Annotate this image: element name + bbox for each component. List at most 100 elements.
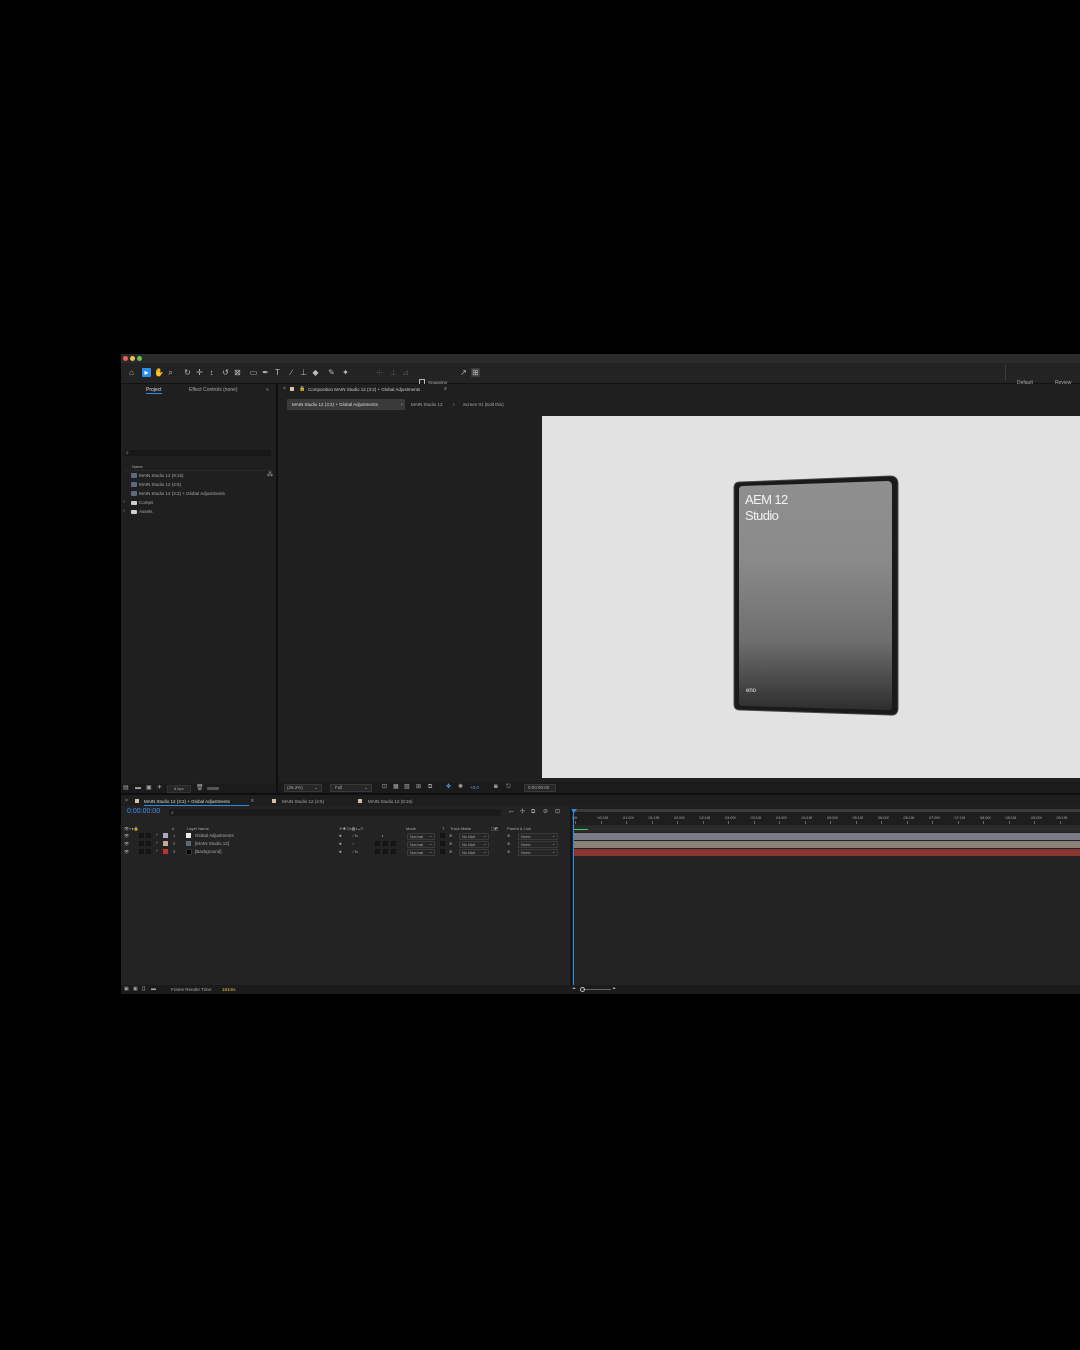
region-of-interest-icon[interactable]: ⊡ — [382, 784, 387, 790]
toggle-in-out-icon[interactable]: {} — [142, 986, 145, 992]
snapshot-icon[interactable]: ◙ — [494, 784, 498, 790]
visibility-icon[interactable]: 👁 — [124, 833, 129, 839]
track-matte-dropdown[interactable]: No Mat ⌄ — [459, 833, 489, 840]
frame-blending-icon[interactable]: ⊘ — [543, 809, 548, 815]
track-matte-dropdown[interactable]: No Mat ⌄ — [459, 849, 489, 856]
transparency-grid-icon[interactable]: ▦ — [393, 784, 399, 790]
shy-switch[interactable]: ♣ — [339, 841, 342, 847]
visibility-icon[interactable]: 👁 — [124, 849, 129, 855]
list-item[interactable]: MAIN Studio 12 (4:5) — [121, 481, 271, 489]
label-color[interactable] — [163, 849, 168, 854]
close-window-button[interactable] — [123, 356, 128, 361]
pan-behind-tool-icon[interactable]: ⊠ — [233, 368, 242, 377]
view-options-icon[interactable]: ⧉ — [428, 784, 432, 790]
lock-icon[interactable]: 🔒 — [299, 386, 305, 392]
pan-camera-icon[interactable]: ✛ — [195, 368, 204, 377]
close-tab-icon[interactable]: × — [125, 798, 128, 804]
quality-switch[interactable]: ∕ fx — [353, 833, 358, 839]
adjust-icon[interactable]: ✈ — [157, 785, 162, 791]
track-matte-dropdown[interactable]: No Mat ⌄ — [459, 841, 489, 848]
list-item[interactable]: MAIN Studio 12 (9:16) — [121, 472, 271, 480]
label-color[interactable] — [163, 841, 168, 846]
timeline-tab[interactable]: MAIN Studio 12 (4:5) — [282, 799, 324, 805]
link-icon[interactable]: ⊚ — [449, 849, 452, 855]
close-tab-icon[interactable]: × — [283, 386, 286, 392]
mask-visibility-icon[interactable]: ▧ — [404, 784, 410, 790]
thumbnail-slider[interactable] — [207, 787, 219, 790]
view-axis-icon[interactable]: ⊿ — [401, 368, 410, 377]
home-icon[interactable]: ⌂ — [127, 368, 136, 377]
rotate-tool-icon[interactable]: ↺ — [221, 368, 230, 377]
quality-switch[interactable]: ∕ fx — [353, 849, 358, 855]
zoom-slider-knob[interactable] — [580, 987, 585, 992]
selection-tool-icon[interactable]: ▸ — [142, 368, 151, 377]
resolution-dropdown[interactable]: Full ⌄ — [330, 784, 372, 792]
bpc-button[interactable]: 8 bpc — [167, 785, 191, 793]
zoom-in-icon[interactable]: ⏶ — [612, 986, 616, 992]
list-item[interactable]: › Comps — [121, 499, 271, 507]
expand-arrow-icon[interactable]: › — [123, 508, 125, 514]
show-channel-icon[interactable]: ⎋ — [506, 784, 511, 790]
snap-grid-icon[interactable]: ⊞ — [471, 368, 480, 377]
composition-header[interactable]: Composition MAIN Studio 12 (3:2) + Globa… — [308, 387, 420, 393]
type-tool-icon[interactable]: T — [273, 368, 282, 377]
project-search-input[interactable]: ⌕ — [124, 450, 271, 456]
minimize-window-button[interactable] — [130, 356, 135, 361]
trash-icon[interactable]: 🗑 — [196, 785, 204, 791]
parent-dropdown[interactable]: None ⌄ — [518, 833, 558, 840]
panel-menu-icon[interactable]: » — [266, 387, 269, 393]
expand-arrow-icon[interactable]: › — [123, 499, 125, 505]
adjustment-switch[interactable]: ◑ — [381, 833, 383, 839]
local-axis-icon[interactable]: ⊹ — [375, 368, 384, 377]
color-management-icon[interactable]: ✤ — [446, 784, 451, 790]
brush-tool-icon[interactable]: ∕ — [287, 368, 296, 377]
toggle-switches-icon[interactable]: ▣ — [124, 986, 129, 992]
draft-3d-icon[interactable]: ✢ — [520, 809, 525, 815]
parent-dropdown[interactable]: None ⌄ — [518, 849, 558, 856]
layer-search-input[interactable]: ⌕ — [169, 809, 501, 816]
pick-whip-icon[interactable]: ⊚ — [507, 841, 510, 847]
new-composition-icon[interactable]: ▣ — [146, 785, 152, 791]
expand-arrow-icon[interactable]: › — [156, 848, 158, 854]
pick-whip-icon[interactable]: ⊚ — [507, 849, 510, 855]
quality-switch[interactable]: ∕ — [353, 841, 354, 847]
panel-menu-icon[interactable]: ≡ — [444, 386, 447, 392]
mode-dropdown[interactable]: Normal ⌄ — [407, 833, 435, 840]
current-time-display[interactable]: 0:00:00:00 — [127, 808, 160, 816]
layer-duration-bar[interactable] — [574, 849, 1080, 856]
guides-icon[interactable]: ⊞ — [416, 784, 421, 790]
breadcrumb-item[interactable]: MAIN Studio 12 — [411, 402, 443, 408]
toggle-modes-icon[interactable]: ▣ — [133, 986, 138, 992]
table-row[interactable]: 👁 › 1 Global Adjustments ♣ ∕ fx ◑ Normal… — [121, 832, 569, 840]
zoom-window-button[interactable] — [137, 356, 142, 361]
shy-layers-icon[interactable]: ⧉ — [531, 809, 535, 815]
graph-editor-icon[interactable]: ⊡ — [555, 809, 560, 815]
comp-mini-flowchart-icon[interactable]: ⤚ — [509, 809, 514, 815]
list-item[interactable]: MAIN Studio 12 (3:2) + Global Adjustment… — [121, 490, 271, 498]
link-icon[interactable]: ⊚ — [449, 833, 452, 839]
panel-menu-icon[interactable]: ≡ — [251, 798, 254, 804]
snapping-options-icon[interactable]: ↗ — [459, 368, 468, 377]
playhead-line[interactable] — [573, 809, 574, 985]
zoom-tool-icon[interactable]: ⌕ — [166, 368, 175, 377]
zoom-dropdown[interactable]: (28.2%) ⌄ — [284, 784, 322, 792]
table-row[interactable]: 👁 › 2 [MAIN Studio 12] ♣ ∕ Normal ⌄ ⊚ No … — [121, 840, 569, 848]
layer-name[interactable]: Global Adjustments — [195, 833, 234, 839]
orbit-camera-icon[interactable]: ↻ — [183, 368, 192, 377]
rectangle-tool-icon[interactable]: ▭ — [249, 368, 258, 377]
timeline-tab[interactable]: MAIN Studio 12 (9:16) — [368, 799, 413, 805]
puppet-pin-tool-icon[interactable]: ✦ — [341, 368, 350, 377]
roto-brush-tool-icon[interactable]: ✎ — [327, 368, 336, 377]
toggle-render-time-icon[interactable]: ▬ — [151, 986, 156, 992]
expand-arrow-icon[interactable]: › — [156, 832, 158, 838]
current-time-field[interactable]: 0:00:00:00 — [524, 784, 556, 792]
eraser-tool-icon[interactable]: ◆ — [311, 368, 320, 377]
shy-switch[interactable]: ♣ — [339, 849, 342, 855]
parent-dropdown[interactable]: None ⌄ — [518, 841, 558, 848]
hand-tool-icon[interactable]: ✋ — [154, 368, 164, 377]
visibility-icon[interactable]: 👁 — [124, 841, 129, 847]
list-item[interactable]: › Assets — [121, 508, 271, 516]
shy-switch[interactable]: ♣ — [339, 833, 342, 839]
pen-tool-icon[interactable]: ✒ — [261, 368, 270, 377]
mode-dropdown[interactable]: Normal ⌄ — [407, 849, 435, 856]
